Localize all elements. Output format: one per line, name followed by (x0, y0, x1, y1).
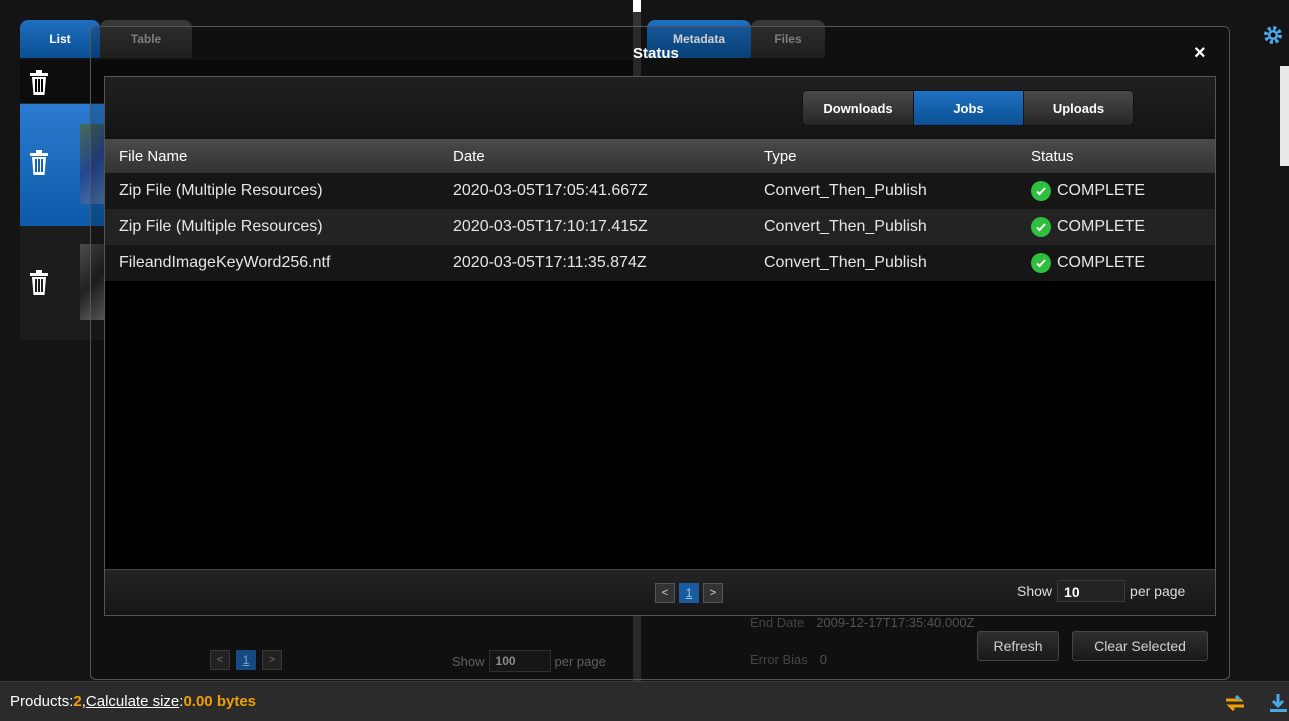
cell-type: Convert_Then_Publish (764, 254, 927, 271)
jobs-table-header: File Name Date Type Status (105, 139, 1215, 173)
jobs-pager: < 1 > (655, 583, 723, 603)
column-type[interactable]: Type (764, 148, 797, 165)
table-row[interactable]: FileandImageKeyWord256.ntf 2020-03-05T17… (105, 245, 1215, 281)
cell-date: 2020-03-05T17:11:35.874Z (453, 254, 647, 271)
next-page-button[interactable]: > (703, 583, 723, 603)
delete-row-icon[interactable] (28, 150, 50, 182)
segment-jobs[interactable]: Jobs (913, 91, 1023, 125)
cell-type: Convert_Then_Publish (764, 182, 927, 199)
check-circle-icon (1031, 217, 1051, 237)
cell-status: COMPLETE (1031, 181, 1145, 201)
cell-date: 2020-03-05T17:10:17.415Z (453, 218, 648, 235)
swap-arrows-icon[interactable] (1222, 692, 1248, 714)
show-label: Show (1017, 583, 1053, 599)
cell-status: COMPLETE (1031, 217, 1145, 237)
segment-downloads[interactable]: Downloads (803, 91, 913, 125)
table-row[interactable]: Zip File (Multiple Resources) 2020-03-05… (105, 209, 1215, 245)
products-count: 2 (73, 693, 82, 710)
products-label: Products: (10, 693, 74, 710)
details-scrollbar[interactable] (1280, 66, 1289, 166)
prev-page-button[interactable]: < (655, 583, 675, 603)
segment-uploads[interactable]: Uploads (1023, 91, 1133, 125)
dialog-title: Status (633, 45, 679, 62)
page-size-select[interactable]: 10 (1057, 580, 1126, 602)
column-date[interactable]: Date (453, 148, 485, 165)
size-value: 0.00 bytes (183, 693, 256, 710)
cell-file-name: Zip File (Multiple Resources) (119, 218, 323, 235)
column-file-name[interactable]: File Name (119, 148, 187, 165)
per-page-label: per page (1130, 583, 1186, 599)
gear-icon[interactable] (1262, 24, 1284, 46)
cell-date: 2020-03-05T17:05:41.667Z (453, 182, 648, 199)
cell-file-name: FileandImageKeyWord256.ntf (119, 254, 331, 271)
tab-list-label: List (49, 32, 71, 46)
status-text: COMPLETE (1057, 254, 1146, 271)
cell-status: COMPLETE (1031, 253, 1145, 273)
page-number[interactable]: 1 (679, 583, 699, 603)
calculate-size-link[interactable]: Calculate size (86, 693, 179, 710)
cell-type: Convert_Then_Publish (764, 218, 927, 235)
dialog-toolbar: Downloads Jobs Uploads (105, 77, 1215, 139)
table-row[interactable]: Zip File (Multiple Resources) 2020-03-05… (105, 173, 1215, 209)
dialog-footer: < 1 > Show 10 per page (105, 569, 1215, 615)
status-dialog-body: Downloads Jobs Uploads File Name Date Ty… (104, 76, 1216, 616)
tab-list[interactable]: List (20, 20, 100, 58)
delete-all-icon[interactable] (28, 70, 50, 102)
column-status[interactable]: Status (1031, 148, 1074, 165)
download-icon[interactable] (1268, 692, 1289, 714)
close-icon[interactable]: × (1194, 42, 1206, 65)
status-text: COMPLETE (1057, 218, 1146, 235)
check-circle-icon (1031, 253, 1051, 273)
status-text: COMPLETE (1057, 182, 1146, 199)
cell-file-name: Zip File (Multiple Resources) (119, 182, 323, 199)
status-segmented-control: Downloads Jobs Uploads (802, 90, 1134, 126)
status-bar: Products: 2 , Calculate size : 0.00 byte… (0, 681, 1289, 721)
check-circle-icon (1031, 181, 1051, 201)
delete-row-icon[interactable] (28, 270, 50, 302)
jobs-page-size: Show 10 per page (1017, 580, 1185, 602)
